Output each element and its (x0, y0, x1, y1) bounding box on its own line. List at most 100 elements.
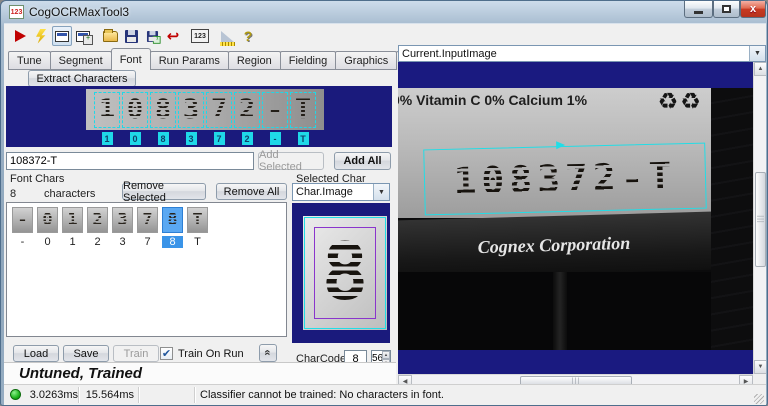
sign-pole (553, 272, 567, 350)
train-on-run-label: Train On Run (178, 348, 244, 360)
background-right-area (711, 88, 753, 350)
font-char-label: 7 (144, 236, 151, 248)
segmented-image-display: 1 0 8 3 7 2 - T 1 0 8 3 7 2 - T (6, 86, 392, 147)
selected-char-display: 8 (292, 203, 390, 343)
font-char-thumbnails: - 0 1 2 3 7 8 T (12, 207, 212, 233)
save-image-icon: a (146, 30, 161, 44)
vertical-scroll-thumb[interactable]: ||| (755, 172, 766, 267)
font-char-cell[interactable]: 0 (37, 207, 58, 233)
collapse-button[interactable]: » (259, 344, 277, 362)
segment-label: 2 (241, 132, 253, 145)
tab-graphics[interactable]: Graphics (335, 51, 398, 70)
run-time: 3.0263ms (29, 389, 78, 401)
tool-state-text: Untuned, Trained (19, 365, 143, 382)
image-source-selector[interactable]: Current.InputImage ▼ (398, 45, 766, 62)
segment-label: - (269, 132, 281, 145)
font-char-cell[interactable]: 7 (137, 207, 158, 233)
region-direction-arrow-icon (556, 140, 566, 150)
remove-all-button[interactable]: Remove All (216, 183, 287, 200)
result-string-field[interactable] (6, 152, 254, 170)
new-record-button[interactable]: + (73, 26, 93, 46)
status-ok-icon (10, 389, 21, 400)
tab-segment[interactable]: Segment (49, 51, 112, 70)
total-time: 15.564ms (85, 389, 134, 401)
segment-label: 7 (213, 132, 225, 145)
font-char-label: - (20, 236, 25, 248)
add-all-button[interactable]: Add All (334, 152, 391, 170)
close-button[interactable]: x (740, 1, 766, 18)
segment-box[interactable]: 3 (178, 91, 204, 128)
segment-label: 0 (129, 132, 141, 145)
minimize-button[interactable] (684, 1, 713, 18)
run-icon (14, 30, 26, 42)
extract-characters-button[interactable]: Extract Characters (28, 70, 136, 87)
segmented-ocr-strip: 1 0 8 3 7 2 - T (86, 89, 324, 130)
font-char-cell[interactable]: T (187, 207, 208, 233)
recycle-icon: ♻♻ (657, 88, 703, 114)
numeric-tool-icon: 123 (191, 29, 209, 43)
tab-fielding[interactable]: Fielding (279, 51, 337, 70)
segment-box[interactable]: T (290, 91, 316, 128)
electric-run-button[interactable] (31, 26, 51, 46)
close-icon: x (749, 3, 757, 15)
segment-box[interactable]: 0 (122, 91, 148, 128)
resize-grip[interactable] (754, 394, 764, 404)
background-dark-area (398, 272, 711, 350)
app-icon: 123 (9, 5, 24, 19)
save-image-button[interactable]: a (142, 26, 162, 46)
segment-box[interactable]: 2 (234, 91, 260, 128)
tab-region[interactable]: Region (227, 51, 281, 70)
save-button[interactable]: Save (63, 345, 109, 362)
segment-box[interactable]: 7 (206, 91, 232, 128)
train-on-run-checkbox[interactable]: ✔ (160, 347, 173, 360)
add-selected-button[interactable]: Add Selected (258, 149, 324, 173)
font-char-cell-selected[interactable]: 8 (162, 207, 183, 233)
minimize-icon (694, 10, 703, 14)
segment-box[interactable]: - (262, 91, 288, 128)
char-view-selector[interactable]: Char.Image ▼ (292, 183, 390, 201)
font-char-list[interactable]: - 0 1 2 3 7 8 T - 0 1 2 3 7 8 T (6, 202, 287, 337)
tab-font[interactable]: Font (110, 48, 151, 70)
font-char-cell[interactable]: - (12, 207, 33, 233)
run-button[interactable] (10, 26, 30, 46)
font-char-label: T (194, 236, 201, 248)
spinner-up-icon[interactable]: ▲ (382, 351, 390, 359)
font-char-label: 1 (69, 236, 76, 248)
image-viewport[interactable]: 0% Vitamin C 0% Calcium 1% ♻♻ 108372-T C… (398, 62, 753, 374)
train-button[interactable]: Train (113, 345, 159, 362)
tab-tune[interactable]: Tune (8, 51, 51, 70)
segment-box[interactable]: 8 (150, 91, 176, 128)
chevron-down-icon: ▼ (373, 184, 389, 200)
measure-button[interactable] (217, 26, 237, 46)
tab-run-params[interactable]: Run Params (149, 51, 229, 70)
ocr-region-text: 108372-T (452, 154, 678, 204)
font-char-cell[interactable]: 3 (112, 207, 133, 233)
ocr-region-rect[interactable]: 108372-T (423, 140, 707, 216)
font-char-labels: - 0 1 2 3 7 8 T (12, 236, 212, 248)
selected-char-image: 8 (303, 216, 387, 330)
font-char-cell[interactable]: 2 (87, 207, 108, 233)
vertical-scrollbar[interactable]: ▲ ||| ▼ (753, 62, 766, 374)
open-button[interactable] (100, 26, 120, 46)
remove-selected-button[interactable]: Remove Selected (122, 180, 206, 204)
save-button-toolbar[interactable] (121, 26, 141, 46)
maximize-icon (722, 5, 731, 13)
double-chevron-up-icon: » (262, 350, 274, 356)
load-button[interactable]: Load (13, 345, 59, 362)
new-record-icon: + (76, 30, 93, 45)
font-char-label-selected: 8 (162, 236, 183, 248)
font-chars-group-label: Font Chars (10, 173, 65, 185)
scroll-up-icon[interactable]: ▲ (754, 62, 766, 76)
scroll-down-icon[interactable]: ▼ (754, 360, 766, 374)
font-char-cell[interactable]: 1 (62, 207, 83, 233)
segment-label: 3 (185, 132, 197, 145)
help-button[interactable]: ? (238, 26, 258, 46)
maximize-button[interactable] (713, 1, 740, 18)
segment-box[interactable]: 1 (94, 91, 120, 128)
window-title: CogOCRMaxTool3 (29, 5, 130, 19)
revert-button[interactable]: ↩ (163, 26, 183, 46)
numeric-tool-button[interactable]: 123 (190, 26, 210, 46)
current-record-button[interactable] (52, 26, 72, 46)
status-message: Classifier cannot be trained: No charact… (200, 389, 444, 401)
title-bar[interactable]: 123 CogOCRMaxTool3 x (1, 1, 767, 23)
